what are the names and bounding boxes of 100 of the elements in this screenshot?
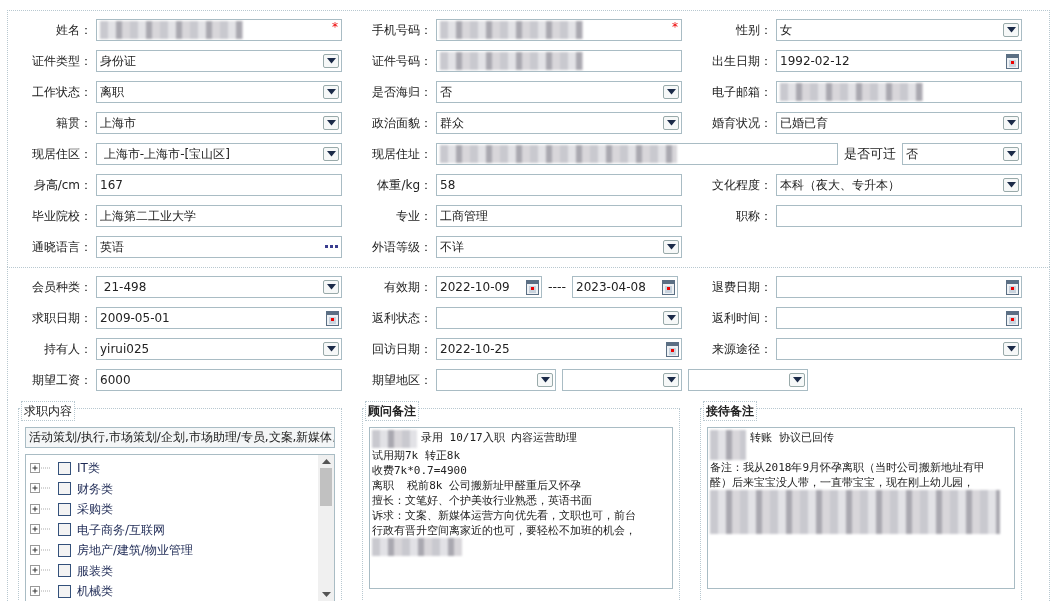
- select-field[interactable]: 离职: [96, 81, 342, 103]
- select-field[interactable]: 否: [902, 143, 1022, 165]
- note-line: 离职 税前8k 公司搬新址甲醛重后又怀孕: [372, 478, 582, 493]
- select-field[interactable]: 否: [436, 81, 682, 103]
- expand-icon[interactable]: [30, 565, 52, 577]
- field-label: 工作状态：: [31, 84, 93, 101]
- tree-item-label[interactable]: 采购类: [77, 500, 113, 519]
- lookup-field[interactable]: 英语: [96, 236, 342, 258]
- field-label: 求职日期：: [31, 310, 93, 327]
- note-line: 诉求：文案、新媒体运营方向优先看，文职也可，前台: [372, 508, 636, 523]
- date-field[interactable]: 2009-05-01: [96, 307, 342, 329]
- expand-icon[interactable]: [30, 483, 52, 495]
- notes-textarea[interactable]: 转账 协议已回传 备注：我从2018年9月怀孕离职（当时公司搬新地址有甲 醛）后来宝宝没人带，一直带宝宝，现在刚上幼儿园，: [707, 427, 1015, 589]
- tree-item-label[interactable]: IT类: [77, 459, 100, 478]
- select-field[interactable]: [776, 338, 1022, 360]
- date-field[interactable]: [776, 276, 1022, 298]
- date-field[interactable]: 2023-04-08: [572, 276, 679, 298]
- select-field[interactable]: [436, 307, 682, 329]
- text-field[interactable]: *: [436, 19, 682, 41]
- scroll-thumb[interactable]: [320, 468, 332, 506]
- checkbox[interactable]: [58, 523, 71, 537]
- select-field[interactable]: 21-498: [96, 276, 342, 298]
- select-field[interactable]: [562, 369, 682, 391]
- expand-icon[interactable]: [30, 462, 52, 474]
- expand-icon[interactable]: [30, 524, 52, 536]
- field-label: 职称：: [735, 208, 773, 225]
- expand-icon[interactable]: [30, 585, 52, 597]
- tree-item-label[interactable]: 服装类: [77, 561, 113, 580]
- scrollbar[interactable]: [318, 455, 334, 601]
- field-label: 是否可迁: [844, 144, 896, 163]
- text-field[interactable]: [776, 81, 1022, 103]
- text-field[interactable]: 6000: [96, 369, 342, 391]
- text-field[interactable]: 上海第二工业大学: [96, 205, 342, 227]
- date-field[interactable]: 2022-10-25: [436, 338, 682, 360]
- field-label: 性别：: [735, 22, 773, 39]
- field-label: 专业：: [395, 208, 433, 225]
- tree-item-label[interactable]: 机械类: [77, 582, 113, 601]
- select-field[interactable]: 已婚已育: [776, 112, 1022, 134]
- note-line: 录用 10/17入职 内容运营助理: [421, 430, 578, 445]
- field-label: 籍贯：: [55, 115, 93, 132]
- text-field[interactable]: 工商管理: [436, 205, 682, 227]
- field-label: 身高/cm：: [32, 177, 93, 194]
- expand-icon[interactable]: [30, 544, 52, 556]
- field-label: 现居住址：: [371, 146, 433, 163]
- select-field[interactable]: 群众: [436, 112, 682, 134]
- note-line: 擅长：文笔好、个护美妆行业熟悉，英语书面: [372, 493, 592, 508]
- field-label: 证件号码：: [371, 53, 433, 70]
- expand-icon[interactable]: [30, 503, 52, 515]
- text-field[interactable]: [776, 205, 1022, 227]
- field-label: 姓名：: [55, 22, 93, 39]
- select-field[interactable]: 女: [776, 19, 1022, 41]
- select-field[interactable]: [436, 369, 556, 391]
- panel-title: 接待备注: [703, 401, 757, 421]
- tree-item-label[interactable]: 财务类: [77, 479, 113, 498]
- field-label: 有效期：: [383, 279, 433, 296]
- tree-item-label[interactable]: 电子商务/互联网: [77, 520, 166, 539]
- checkbox[interactable]: [58, 502, 71, 516]
- checkbox[interactable]: [58, 482, 71, 496]
- field-label: 证件类型：: [31, 53, 93, 70]
- checkbox[interactable]: [58, 564, 71, 578]
- note-line: 行政有晋升空间离家近的也可，要轻松不加班的机会，: [372, 523, 636, 538]
- calendar-icon: [326, 310, 339, 326]
- select-field[interactable]: [688, 369, 808, 391]
- text-field[interactable]: 58: [436, 174, 682, 196]
- field-label: ----: [548, 277, 567, 296]
- text-field[interactable]: [436, 143, 838, 165]
- note-line: 醛）后来宝宝没人带，一直带宝宝，现在刚上幼儿园，: [710, 475, 974, 490]
- note-line: 转账 协议已回传: [750, 430, 834, 445]
- field-label: 持有人：: [43, 341, 93, 358]
- select-field[interactable]: 本科（夜大、专升本）: [776, 174, 1022, 196]
- notes-textarea[interactable]: 录用 10/17入职 内容运营助理 试用期7k 转正8k 收费7k*0.7=4900 离职 税前8k 公司搬新址甲醛重后又怀孕 擅长：文笔好、个护美妆行业熟悉，英语书面 诉求：文案、新媒体运营方向优先看，文职也可，前台 行政有晋升空间离家近的也可，要轻松不加班的机会，: [369, 427, 673, 589]
- checkbox[interactable]: [58, 543, 71, 557]
- calendar-icon: [666, 341, 679, 357]
- field-label: 来源途径：: [711, 341, 773, 358]
- select-field[interactable]: 不详: [436, 236, 682, 258]
- field-label: 会员种类：: [31, 279, 93, 296]
- field-label: 婚育状况：: [711, 115, 773, 132]
- text-field[interactable]: [436, 50, 682, 72]
- select-field[interactable]: 身份证: [96, 50, 342, 72]
- field-label: 文化程度：: [711, 177, 773, 194]
- tree-item-label[interactable]: 房地产/建筑/物业管理: [77, 541, 194, 560]
- date-field[interactable]: 2022-10-09: [436, 276, 542, 298]
- field-label: 外语等级：: [371, 239, 433, 256]
- text-field[interactable]: *: [96, 19, 342, 41]
- panel-title: 顾问备注: [365, 401, 419, 421]
- checkbox[interactable]: [58, 584, 71, 598]
- checkbox[interactable]: [58, 461, 71, 475]
- text-field[interactable]: 167: [96, 174, 342, 196]
- ellipsis-icon[interactable]: [325, 245, 339, 249]
- field-label: 毕业院校：: [31, 208, 93, 225]
- date-field[interactable]: [776, 307, 1022, 329]
- date-field[interactable]: 1992-02-12: [776, 50, 1022, 72]
- note-line: 收费7k*0.7=4900: [372, 463, 467, 478]
- scroll-down-icon: [321, 592, 331, 597]
- field-label: 返利时间：: [711, 310, 773, 327]
- required-mark: *: [672, 20, 678, 36]
- field-label: 通晓语言：: [31, 239, 93, 256]
- select-field[interactable]: yirui025: [96, 338, 342, 360]
- select-field[interactable]: 上海市-上海市-[宝山区]: [96, 143, 342, 165]
- select-field[interactable]: 上海市: [96, 112, 342, 134]
